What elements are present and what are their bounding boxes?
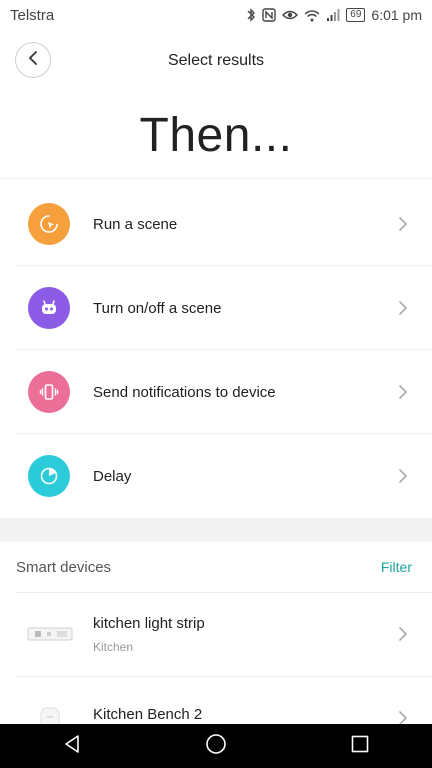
action-delay[interactable]: Delay (0, 434, 432, 518)
divider (15, 676, 432, 677)
nfc-icon (262, 8, 276, 22)
chevron-right-icon (394, 299, 412, 317)
back-button[interactable] (15, 42, 51, 78)
action-run-scene[interactable]: Run a scene (0, 182, 432, 266)
action-label: Delay (93, 467, 132, 485)
clock: 6:01 pm (371, 7, 422, 23)
nav-back-button[interactable] (42, 724, 102, 768)
light-strip-icon (20, 623, 80, 645)
chevron-right-icon (394, 215, 412, 233)
action-label: Turn on/off a scene (93, 299, 222, 317)
device-item[interactable]: kitchen light strip Kitchen (0, 592, 432, 676)
page-title: Select results (167, 52, 265, 69)
status-icons: 69 6:01 pm (246, 7, 422, 23)
home-circle-icon (205, 733, 227, 760)
section-separator (0, 518, 432, 542)
battery-icon: 69 (346, 8, 366, 22)
wifi-icon (304, 9, 320, 22)
vibrating-phone-icon (28, 371, 70, 413)
divider (15, 592, 432, 593)
carrier-label: Telstra (10, 6, 55, 24)
timer-icon (28, 455, 70, 497)
device-name: Kitchen Bench 2 (93, 705, 203, 723)
chevron-right-icon (394, 383, 412, 401)
recents-square-icon (351, 735, 369, 758)
section-title: Smart devices (16, 558, 112, 576)
action-toggle-scene[interactable]: Turn on/off a scene (0, 266, 432, 350)
chevron-right-icon (394, 467, 412, 485)
cursor-circle-icon (28, 203, 70, 245)
nav-home-button[interactable] (186, 724, 246, 768)
device-room: Kitchen (93, 639, 134, 654)
device-name: kitchen light strip (93, 614, 205, 632)
filter-button[interactable]: Filter (381, 559, 412, 575)
action-send-notification[interactable]: Send notifications to device (0, 350, 432, 434)
eye-icon (282, 9, 299, 21)
bluetooth-icon (246, 8, 256, 22)
app-header: Select results (0, 30, 432, 92)
robot-icon (28, 287, 70, 329)
back-triangle-icon (63, 734, 81, 759)
signal-icon (326, 8, 340, 22)
chevron-right-icon (394, 625, 412, 643)
nav-recents-button[interactable] (330, 724, 390, 768)
chevron-left-icon (27, 50, 39, 71)
action-label: Send notifications to device (93, 383, 276, 401)
smart-devices-header: Smart devices Filter (0, 542, 432, 592)
action-list: Run a scene Turn on/off a scene Send not… (0, 182, 432, 518)
hero-heading: Then... (0, 92, 432, 179)
system-nav-bar (0, 724, 432, 768)
status-bar: Telstra 69 6:01 pm (0, 0, 432, 30)
action-label: Run a scene (93, 215, 178, 233)
